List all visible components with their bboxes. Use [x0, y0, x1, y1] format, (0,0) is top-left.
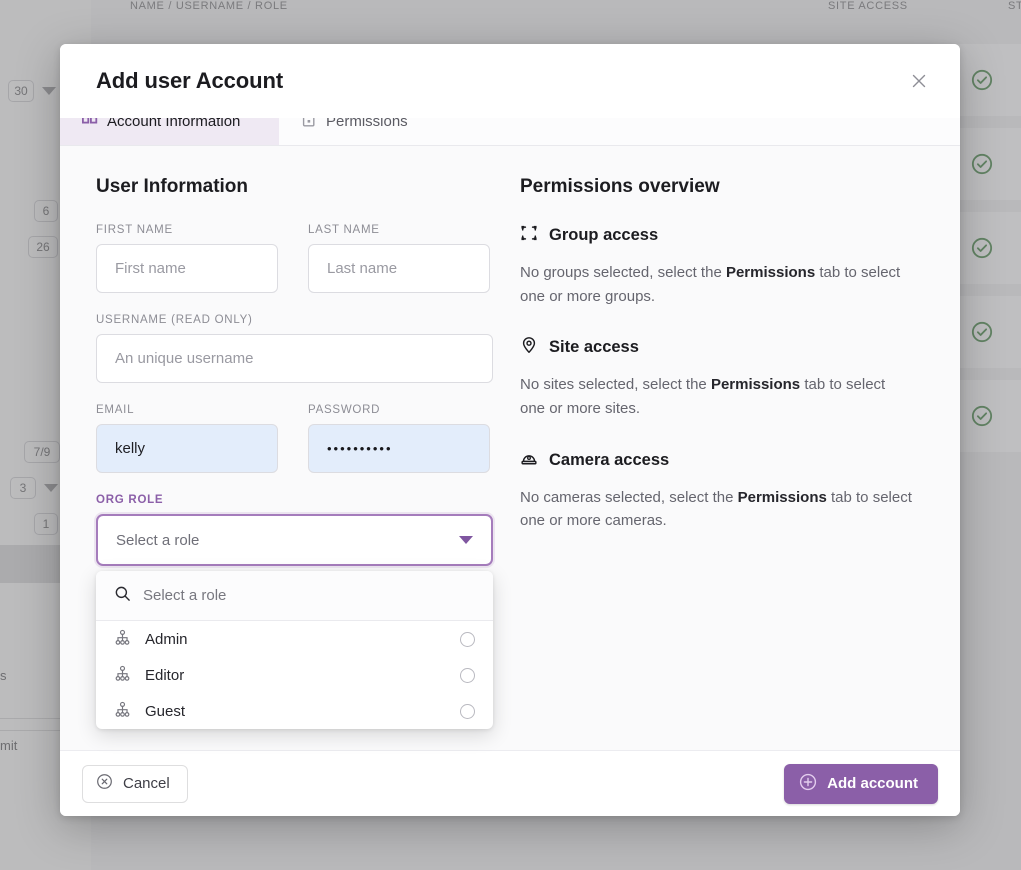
role-option-editor[interactable]: Editor — [96, 657, 493, 693]
cancel-label: Cancel — [123, 775, 170, 792]
grid-icon — [82, 118, 98, 129]
close-icon[interactable] — [902, 64, 936, 98]
org-role-selected-value: Select a role — [116, 532, 199, 549]
user-information-title: User Information — [96, 176, 490, 198]
desc-bold: Permissions — [711, 376, 800, 393]
selection-box-icon — [520, 224, 538, 247]
map-pin-icon — [520, 336, 538, 359]
username-label: USERNAME (READ ONLY) — [96, 314, 493, 326]
permission-block-camera-access: Camera access No cameras selected, selec… — [520, 449, 920, 533]
tab-permissions[interactable]: Permissions — [279, 118, 434, 146]
add-account-button[interactable]: Add account — [784, 764, 938, 804]
desc-bold: Permissions — [726, 264, 815, 281]
permission-title: Site access — [549, 338, 639, 357]
group-access-heading: Group access — [520, 224, 920, 247]
role-search-row — [96, 571, 493, 621]
name-field-row: FIRST NAME LAST NAME — [96, 224, 490, 314]
desc-before: No cameras selected, select the — [520, 489, 738, 506]
first-name-input[interactable] — [96, 244, 278, 293]
org-role-field-group: ORG ROLE Select a role — [96, 494, 490, 566]
close-circle-icon — [96, 773, 113, 794]
permission-title: Group access — [549, 226, 658, 245]
modal-header: Add user Account — [60, 44, 960, 118]
tab-label: Account Information — [107, 118, 240, 130]
role-option-admin[interactable]: Admin — [96, 621, 493, 657]
credentials-field-row: EMAIL PASSWORD •••••••••• — [96, 404, 490, 494]
role-radio[interactable] — [460, 632, 475, 647]
tab-label: Permissions — [326, 118, 408, 130]
org-chart-icon — [114, 629, 131, 650]
last-name-label: LAST NAME — [308, 224, 490, 236]
search-icon — [114, 585, 131, 607]
first-name-field-group: FIRST NAME — [96, 224, 278, 293]
list-icon — [301, 118, 317, 129]
close-x-glyph — [911, 73, 927, 89]
last-name-input[interactable] — [308, 244, 490, 293]
add-user-account-modal: Add user Account Account Information — [60, 44, 960, 816]
org-role-select-wrapper: Select a role — [96, 514, 493, 566]
password-label: PASSWORD — [308, 404, 490, 416]
password-field[interactable]: •••••••••• — [308, 424, 490, 473]
first-name-label: FIRST NAME — [96, 224, 278, 236]
user-information-panel: User Information FIRST NAME LAST NAME US… — [60, 146, 490, 750]
role-option-label: Guest — [145, 703, 185, 720]
group-access-description: No groups selected, select the Permissio… — [520, 261, 912, 308]
page-title: Add user Account — [96, 68, 283, 94]
role-radio[interactable] — [460, 704, 475, 719]
camera-access-description: No cameras selected, select the Permissi… — [520, 486, 912, 533]
permission-block-site-access: Site access No sites selected, select th… — [520, 336, 920, 420]
org-chart-icon — [114, 701, 131, 722]
role-search-input[interactable] — [143, 587, 475, 604]
email-field[interactable] — [96, 424, 278, 473]
site-access-description: No sites selected, select the Permission… — [520, 373, 912, 420]
plus-circle-icon — [799, 773, 817, 795]
site-access-heading: Site access — [520, 336, 920, 359]
desc-before: No groups selected, select the — [520, 264, 726, 281]
password-field-group: PASSWORD •••••••••• — [308, 404, 490, 473]
last-name-field-group: LAST NAME — [308, 224, 490, 293]
username-field-group: USERNAME (READ ONLY) — [96, 314, 493, 383]
org-role-label: ORG ROLE — [96, 494, 490, 506]
username-input[interactable] — [96, 334, 493, 383]
role-option-label: Editor — [145, 667, 184, 684]
add-account-label: Add account — [827, 775, 918, 792]
email-field-group: EMAIL — [96, 404, 278, 473]
camera-access-heading: Camera access — [520, 449, 920, 472]
email-label: EMAIL — [96, 404, 278, 416]
cancel-button[interactable]: Cancel — [82, 765, 188, 803]
desc-bold: Permissions — [738, 489, 827, 506]
tab-account-information[interactable]: Account Information — [60, 118, 279, 146]
org-role-dropdown: Admin — [96, 571, 493, 729]
desc-before: No sites selected, select the — [520, 376, 711, 393]
permissions-overview-title: Permissions overview — [520, 176, 920, 198]
dome-camera-icon — [520, 449, 538, 472]
modal-body: User Information FIRST NAME LAST NAME US… — [60, 146, 960, 750]
permission-block-group-access: Group access No groups selected, select … — [520, 224, 920, 308]
role-radio[interactable] — [460, 668, 475, 683]
org-role-select[interactable]: Select a role — [96, 514, 493, 566]
role-option-label: Admin — [145, 631, 188, 648]
permissions-overview-panel: Permissions overview Group access — [490, 146, 960, 750]
role-option-guest[interactable]: Guest — [96, 693, 493, 729]
modal-footer: Cancel Add account — [60, 750, 960, 816]
modal-tab-bar: Account Information Permissions — [60, 118, 960, 146]
org-chart-icon — [114, 665, 131, 686]
permission-title: Camera access — [549, 451, 669, 470]
